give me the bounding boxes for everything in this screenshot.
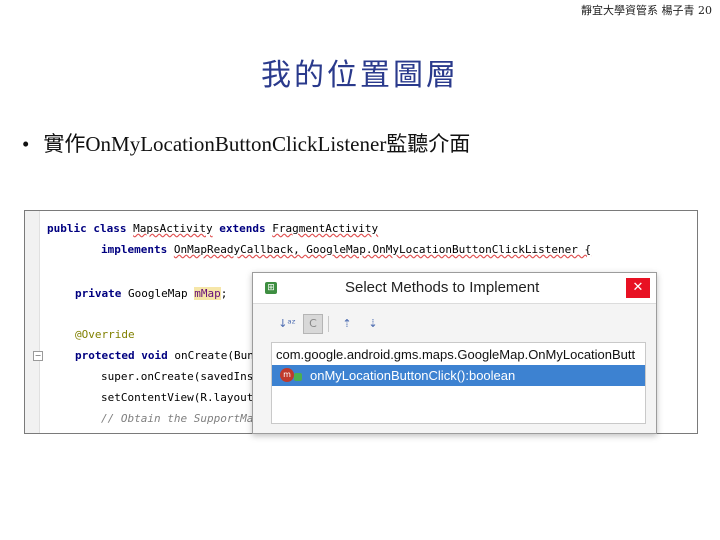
- close-button[interactable]: ✕: [626, 278, 650, 298]
- code-line-6: super.onCreate(savedIns: [101, 370, 254, 383]
- dialog-title: Select Methods to Implement: [345, 279, 540, 296]
- interface-group-label[interactable]: com.google.android.gms.maps.GoogleMap.On…: [276, 347, 635, 362]
- toolbar-separator: [328, 316, 329, 332]
- expand-all-icon[interactable]: ⇡: [337, 314, 357, 334]
- code-line-7: setContentView(R.layout: [101, 391, 254, 404]
- group-by-class-icon[interactable]: C: [303, 314, 323, 334]
- code-token: class: [93, 222, 127, 235]
- bullet-text: 實作OnMyLocationButtonClickListener監聽介面: [43, 132, 471, 156]
- code-line-3: private GoogleMap mMap;: [75, 287, 227, 300]
- code-token: mMap: [194, 287, 221, 300]
- android-studio-icon: ⊞: [265, 282, 277, 294]
- methods-list: com.google.android.gms.maps.GoogleMap.On…: [271, 342, 646, 424]
- public-access-icon: [294, 373, 302, 381]
- dialog-titlebar: ⊞ Select Methods to Implement ✕: [253, 273, 656, 304]
- select-methods-dialog: ⊞ Select Methods to Implement ✕ ↓ᵃᶻ C ⇡ …: [252, 272, 657, 434]
- code-line-4: @Override: [75, 328, 135, 341]
- method-icon: m: [280, 368, 294, 382]
- code-line-5: protected void onCreate(Bun: [75, 349, 254, 362]
- code-token: private: [75, 287, 122, 300]
- dialog-toolbar: ↓ᵃᶻ C ⇡ ⇣: [253, 304, 656, 338]
- sort-alphabetically-icon[interactable]: ↓ᵃᶻ: [277, 314, 297, 334]
- code-token: MapsActivity: [133, 222, 213, 235]
- code-token: implements: [101, 243, 168, 256]
- code-token: protected: [75, 349, 135, 362]
- bullet-item: • 實作OnMyLocationButtonClickListener監聽介面: [22, 128, 470, 158]
- bullet-symbol: •: [22, 132, 30, 156]
- collapse-all-icon[interactable]: ⇣: [363, 314, 383, 334]
- code-token: GoogleMap: [127, 287, 188, 300]
- code-token: OnMapReadyCallback, GoogleMap.OnMyLocati…: [173, 243, 592, 256]
- editor-gutter: [25, 211, 40, 433]
- code-line-2: implements OnMapReadyCallback, GoogleMap…: [101, 243, 591, 256]
- method-list-item[interactable]: m onMyLocationButtonClick():boolean: [272, 365, 645, 386]
- header-note: 靜宜大學資管系 楊子青 20: [581, 4, 712, 17]
- code-token: public: [47, 222, 87, 235]
- code-token: extends: [219, 222, 266, 235]
- code-token: ;: [220, 287, 228, 300]
- code-token: onCreate(Bun: [174, 349, 254, 362]
- code-line-1: public class MapsActivity extends Fragme…: [47, 222, 378, 235]
- fold-marker[interactable]: −: [33, 351, 43, 361]
- method-label: onMyLocationButtonClick():boolean: [310, 368, 516, 383]
- slide-title: 我的位置圖層: [261, 58, 459, 93]
- code-token: FragmentActivity: [272, 222, 379, 235]
- code-token: void: [141, 349, 168, 362]
